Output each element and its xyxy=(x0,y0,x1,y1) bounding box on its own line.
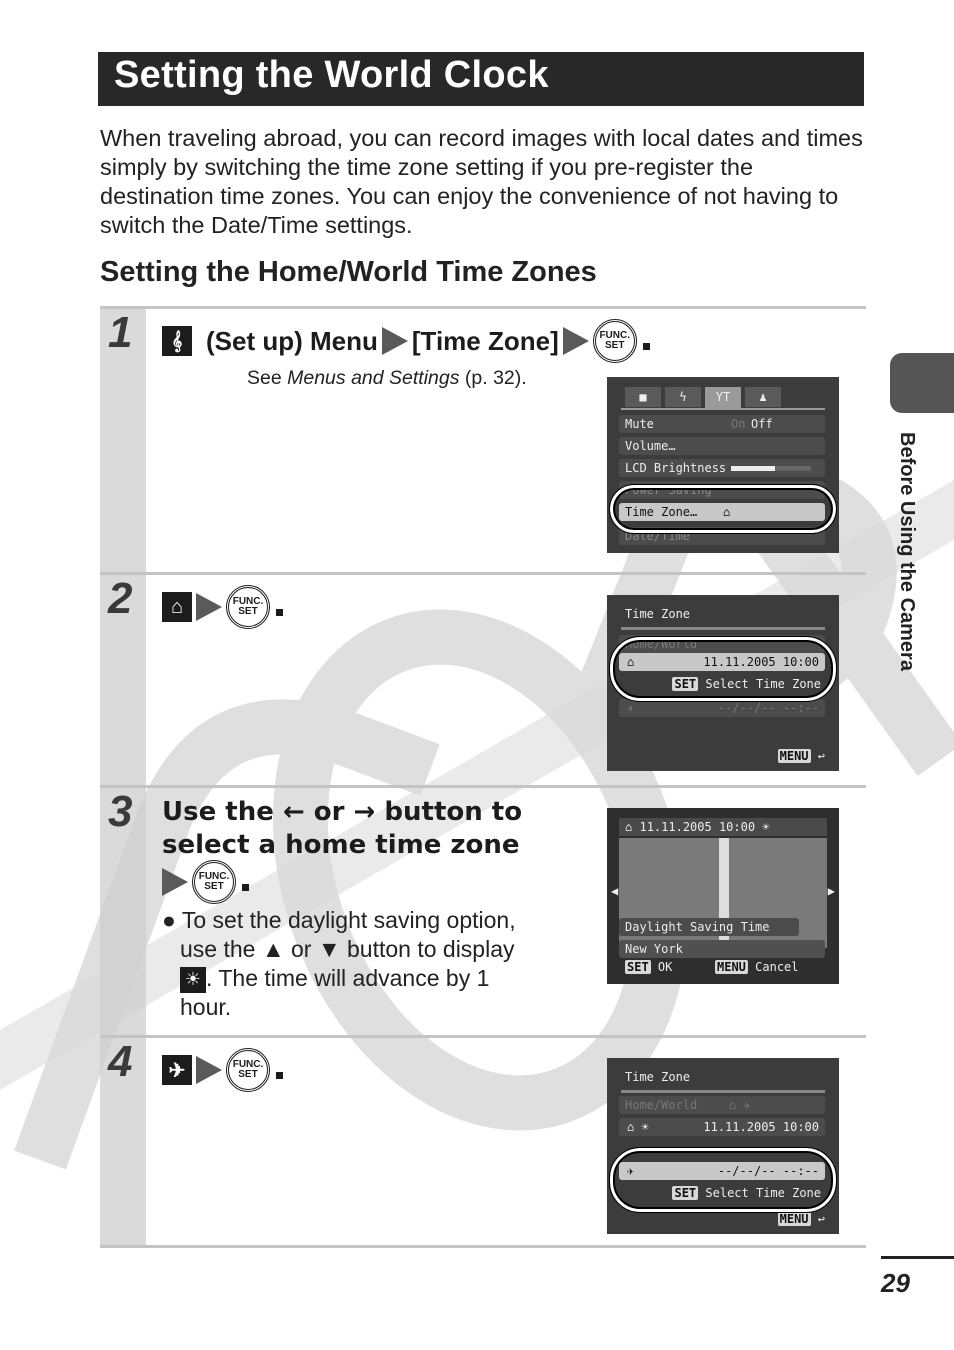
menu-row-mute: Mute On Off xyxy=(619,415,825,433)
dst-row: Daylight Saving Time xyxy=(619,918,799,936)
camera-icon: ■ xyxy=(625,387,661,407)
flash-icon: ϟ xyxy=(665,387,701,407)
step-instruction: ✈ FUNC. SET xyxy=(162,1048,283,1092)
step-note: See Menus and Settings (p. 32). xyxy=(247,367,527,389)
step-instruction: ⌂ FUNC. SET xyxy=(162,585,283,629)
up-arrow-icon: ▲ xyxy=(261,936,285,962)
screen-title: Time Zone xyxy=(625,1070,691,1084)
screen-title: Time Zone xyxy=(625,607,691,621)
menu-row-lcd-brightness: LCD Brightness xyxy=(619,459,825,477)
arrow-right-icon xyxy=(196,1056,222,1084)
down-arrow-icon: ▼ xyxy=(317,936,341,962)
func-set-button-icon: FUNC. SET xyxy=(226,1048,270,1092)
right-arrow-icon: ▶ xyxy=(827,884,835,898)
intro-paragraph: When traveling abroad, you can record im… xyxy=(100,125,863,238)
highlight-oval xyxy=(609,636,837,702)
highlight-oval xyxy=(609,484,837,534)
setup-menu-icon: 𝄞 xyxy=(162,326,192,356)
func-set-button-icon: FUNC. SET xyxy=(192,860,236,904)
step-number: 2 xyxy=(108,574,133,623)
chapter-tab xyxy=(890,353,954,413)
airplane-icon: ✈ xyxy=(162,1055,192,1085)
daylight-saving-icon: ☀ xyxy=(180,966,206,993)
step-bullet: ● To set the daylight saving option, use… xyxy=(162,907,516,1020)
camera-screen-time-zone: Time Zone Home/World ⌂ 11.11.2005 10:00 S… xyxy=(607,595,839,771)
page-title: Setting the World Clock xyxy=(114,54,549,96)
camera-screen-setup-menu: ■ ϟ YT ♟ Mute On Off Volume… LCD Brightnes… xyxy=(607,377,839,553)
highlight-oval xyxy=(609,1147,837,1213)
arrow-right-icon xyxy=(381,327,408,355)
arrow-right-icon xyxy=(162,868,188,896)
step-number: 3 xyxy=(108,787,133,836)
brightness-slider xyxy=(731,466,811,471)
step-4: 4 ✈ FUNC. SET Time Zone Home/World ⌂ ✈ ⌂ ☀… xyxy=(100,1035,866,1248)
chapter-label: Before Using the Camera xyxy=(896,432,918,671)
home-icon: ⌂ xyxy=(625,820,633,834)
menu-row-volume: Volume… xyxy=(619,437,825,455)
func-set-button-icon: FUNC. SET xyxy=(592,319,637,363)
step-instruction: 𝄞 (Set up) Menu [Time Zone] FUNC. SET xyxy=(162,319,650,363)
page-number: 29 xyxy=(881,1268,910,1298)
page-title-bar: Setting the World Clock xyxy=(98,52,864,106)
steps-list: 1 𝄞 (Set up) Menu [Time Zone] FUNC. SET S… xyxy=(100,306,866,1248)
camera-screen-time-zone-world: Time Zone Home/World ⌂ ✈ ⌂ ☀ 11.11.2005 10… xyxy=(607,1058,839,1234)
func-set-button-icon: FUNC. SET xyxy=(226,585,270,629)
camera-screen-world-map: ⌂ 11.11.2005 10:00 ☀ ◀ ▶ Daylight Saving… xyxy=(607,808,839,984)
step-1: 1 𝄞 (Set up) Menu [Time Zone] FUNC. SET S… xyxy=(100,306,866,572)
mycamera-icon: ♟ xyxy=(745,387,781,407)
city-row: New York xyxy=(619,940,825,958)
step-3: 3 Use the ← or → button to select a home… xyxy=(100,785,866,1035)
step-number: 4 xyxy=(108,1037,133,1086)
home-time-row: ⌂ ☀ 11.11.2005 10:00 xyxy=(619,1118,825,1136)
section-heading: Setting the Home/World Time Zones xyxy=(100,256,597,288)
back-icon: ↩ xyxy=(817,1212,825,1226)
step-2: 2 ⌂ FUNC. SET Time Zone Home/World ⌂ 11.11… xyxy=(100,572,866,785)
menu-tabs: ■ ϟ YT ♟ xyxy=(625,387,781,409)
left-arrow-icon: ← xyxy=(282,797,305,827)
step-instruction: Use the ← or → button to select a home t… xyxy=(162,796,522,904)
arrow-right-icon xyxy=(562,327,589,355)
step-number: 1 xyxy=(108,308,133,357)
back-icon: ↩ xyxy=(817,749,825,763)
sun-icon: ☀ xyxy=(762,820,770,834)
setup-icon: YT xyxy=(705,387,741,409)
airplane-icon: ✈ xyxy=(627,701,635,715)
home-icon: ⌂ xyxy=(162,592,192,622)
arrow-right-icon xyxy=(196,593,222,621)
left-arrow-icon: ◀ xyxy=(611,884,619,898)
right-arrow-icon: → xyxy=(353,797,376,827)
